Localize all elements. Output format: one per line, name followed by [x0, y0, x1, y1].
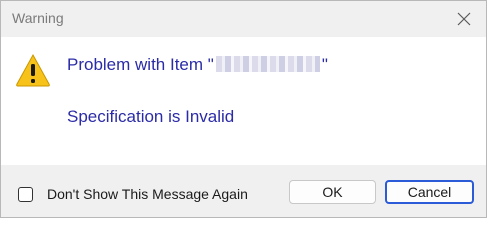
message-line1-prefix: Problem with Item "	[67, 55, 214, 74]
dont-show-again-label[interactable]: Don't Show This Message Again	[47, 186, 248, 202]
close-button[interactable]	[452, 7, 476, 31]
close-icon	[457, 12, 471, 26]
title-bar: Warning	[1, 1, 486, 37]
cancel-button[interactable]: Cancel	[385, 180, 474, 204]
redacted-item-name	[215, 56, 320, 72]
warning-dialog: Warning Problem with Item " " Specificati…	[0, 0, 487, 218]
message-problem-line: Problem with Item " "	[67, 55, 328, 75]
ok-button[interactable]: OK	[289, 180, 376, 204]
dialog-footer: Don't Show This Message Again OK Cancel	[1, 165, 486, 217]
message-line1-suffix: "	[321, 55, 328, 74]
message-specification-line: Specification is Invalid	[67, 107, 235, 126]
dont-show-again-checkbox[interactable]	[18, 187, 33, 202]
message-area: Problem with Item " " Specification is In…	[1, 37, 486, 165]
window-title: Warning	[12, 10, 64, 26]
warning-icon	[16, 53, 50, 87]
